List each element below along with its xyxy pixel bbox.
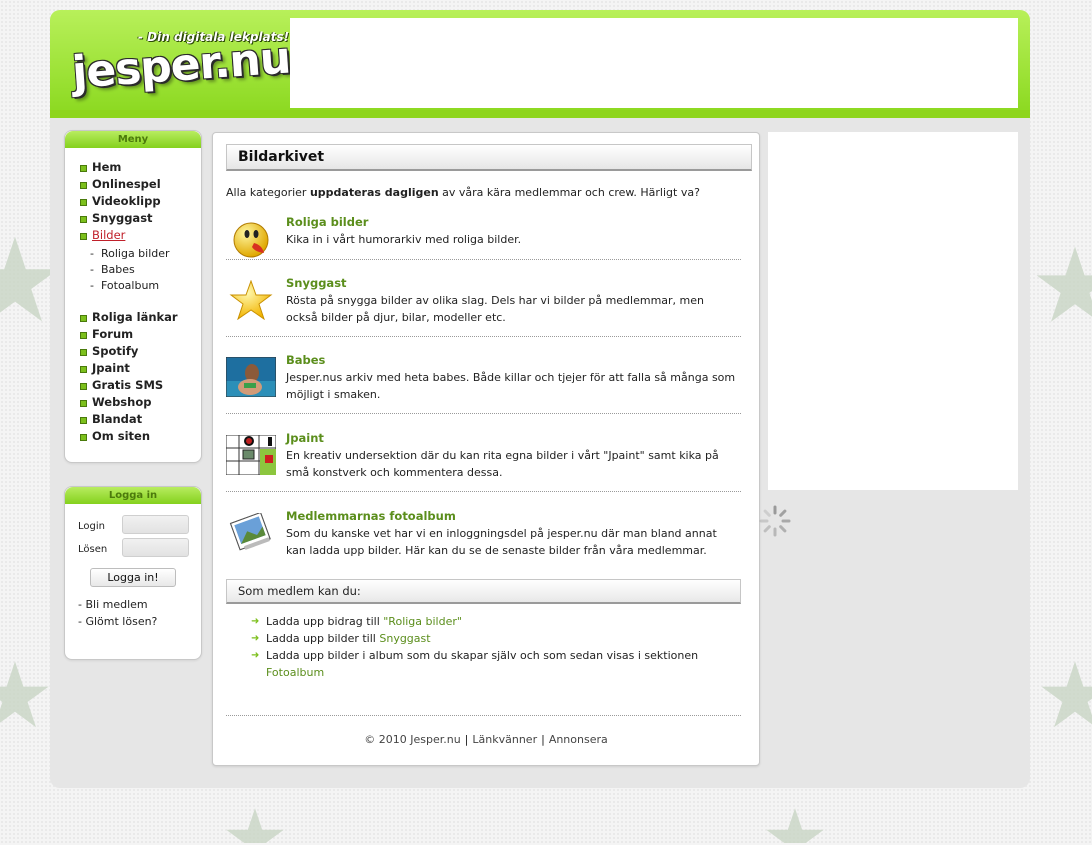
list-item: ➜ Ladda upp bilder i album som du skapar … (251, 649, 699, 679)
smiley-icon[interactable] (226, 219, 276, 259)
menu-item-om-siten[interactable]: Om siten (65, 428, 201, 445)
copyright-text: © 2010 Jesper.nu (364, 733, 461, 746)
list-item: ➜ Ladda upp bilder till Snyggast (251, 632, 431, 645)
menu-item-roliga-lankar[interactable]: Roliga länkar (65, 309, 201, 326)
menu-item-jpaint[interactable]: Jpaint (65, 360, 201, 377)
site-logo[interactable]: jesper.nu (70, 32, 291, 98)
login-box: Logga in Login Lösen Logga in! - Bli med… (64, 486, 202, 660)
main-menu-more: Roliga länkar Forum Spotify Jpaint Grati… (65, 309, 201, 445)
menu-item-hem[interactable]: Hem (65, 159, 201, 176)
menu-item-videoklipp[interactable]: Videoklipp (65, 193, 201, 210)
menu-item-onlinespel[interactable]: Onlinespel (65, 176, 201, 193)
background-star-icon (1036, 246, 1092, 322)
bullet-icon (80, 182, 87, 189)
photo-icon[interactable] (226, 357, 276, 397)
menu-item-blandat[interactable]: Blandat (65, 411, 201, 428)
footer-link-annonsera[interactable]: Annonsera (549, 733, 608, 746)
album-icon[interactable] (226, 513, 276, 553)
footer: © 2010 Jesper.nu | Länkvänner | Annonsera (213, 733, 759, 746)
loading-spinner-icon (759, 505, 791, 537)
menu-item-gratis-sms[interactable]: Gratis SMS (65, 377, 201, 394)
menu-item-spotify[interactable]: Spotify (65, 343, 201, 360)
arrow-right-icon: ➜ (251, 633, 260, 644)
link-roliga-bilder[interactable]: "Roliga bilder" (383, 615, 462, 628)
star-icon[interactable] (226, 280, 276, 320)
list-item: ➜ Ladda upp bidrag till "Roliga bilder" (251, 615, 462, 628)
background-star-icon (766, 808, 824, 843)
paint-icon[interactable] (226, 435, 276, 475)
background-star-icon (1041, 661, 1092, 728)
bullet-icon (80, 216, 87, 223)
side-banner-ad (768, 132, 1018, 490)
login-label: Login (78, 521, 105, 532)
password-input[interactable] (122, 538, 189, 557)
bullet-icon (80, 349, 87, 356)
arrow-right-icon: ➜ (251, 650, 260, 661)
submenu-item-roliga-bilder[interactable]: - Roliga bilder (65, 246, 201, 262)
category-desc: Kika in i vårt humorarkiv med roliga bil… (286, 233, 522, 246)
bullet-icon (80, 400, 87, 407)
bullet-icon (80, 332, 87, 339)
footer-divider (226, 715, 741, 716)
category-desc: En kreativ undersektion där du kan rita … (286, 449, 719, 479)
link-fotoalbum[interactable]: Fotoalbum (266, 666, 324, 679)
submenu-item-babes[interactable]: - Babes (65, 262, 201, 278)
bullet-icon (80, 165, 87, 172)
category-title-roliga-bilder[interactable]: Roliga bilder (286, 215, 368, 229)
background-star-icon (0, 661, 49, 728)
forgot-password-link[interactable]: - Glömt lösen? (78, 615, 157, 628)
category-item: Jpaint En kreativ undersektion där du ka… (226, 431, 741, 492)
bullet-icon (80, 417, 87, 424)
bullet-icon (80, 366, 87, 373)
bullet-icon (80, 233, 87, 240)
category-title-fotoalbum[interactable]: Medlemmarnas fotoalbum (286, 509, 456, 523)
bullet-icon (80, 383, 87, 390)
member-section-heading: Som medlem kan du: (226, 579, 741, 604)
menu-item-forum[interactable]: Forum (65, 326, 201, 343)
menu-title: Meny (65, 131, 201, 148)
page-wrapper: - Din digitala lekplats! jesper.nu Meny … (50, 10, 1030, 788)
login-input[interactable] (122, 515, 189, 534)
page-title: Bildarkivet (226, 144, 752, 171)
category-desc: Som du kanske vet har vi en inloggningsd… (286, 527, 717, 557)
login-button[interactable]: Logga in! (90, 568, 176, 587)
background-star-icon (226, 808, 284, 843)
register-link[interactable]: - Bli medlem (78, 598, 148, 611)
menu-box: Meny Hem Onlinespel Videoklipp Snyggast … (64, 130, 202, 463)
bullet-icon (80, 199, 87, 206)
arrow-right-icon: ➜ (251, 616, 260, 627)
login-title: Logga in (65, 487, 201, 504)
main-content: Bildarkivet Alla kategorier uppdateras d… (212, 132, 760, 766)
bilder-submenu: - Roliga bilder - Babes - Fotoalbum (65, 246, 201, 294)
footer-separator: | (541, 733, 545, 746)
password-label: Lösen (78, 544, 108, 555)
category-title-babes[interactable]: Babes (286, 353, 325, 367)
member-perks-list: ➜ Ladda upp bidrag till "Roliga bilder" ➜… (251, 613, 731, 681)
category-desc: Rösta på snygga bilder av olika slag. De… (286, 294, 704, 324)
footer-link-lankvanner[interactable]: Länkvänner (472, 733, 537, 746)
intro-text: Alla kategorier uppdateras dagligen av v… (226, 186, 700, 199)
menu-item-bilder[interactable]: Bilder (65, 227, 201, 244)
link-snyggast[interactable]: Snyggast (379, 632, 430, 645)
menu-item-webshop[interactable]: Webshop (65, 394, 201, 411)
category-item: Medlemmarnas fotoalbum Som du kanske vet… (226, 509, 741, 569)
category-title-snyggast[interactable]: Snyggast (286, 276, 347, 290)
category-title-jpaint[interactable]: Jpaint (286, 431, 324, 445)
main-menu: Hem Onlinespel Videoklipp Snyggast Bilde… (65, 159, 201, 244)
category-desc: Jesper.nus arkiv med heta babes. Både ki… (286, 371, 736, 401)
header-bottom-bar (50, 110, 1030, 118)
bullet-icon (80, 434, 87, 441)
top-banner-ad (290, 18, 1018, 108)
category-item: Babes Jesper.nus arkiv med heta babes. B… (226, 353, 741, 414)
site-header: - Din digitala lekplats! jesper.nu (50, 10, 1030, 118)
submenu-item-fotoalbum[interactable]: - Fotoalbum (65, 278, 201, 294)
category-item: Snyggast Rösta på snygga bilder av olika… (226, 276, 741, 337)
category-item: Roliga bilder Kika in i vårt humorarkiv … (226, 215, 741, 260)
menu-item-snyggast[interactable]: Snyggast (65, 210, 201, 227)
footer-separator: | (464, 733, 469, 746)
bullet-icon (80, 315, 87, 322)
